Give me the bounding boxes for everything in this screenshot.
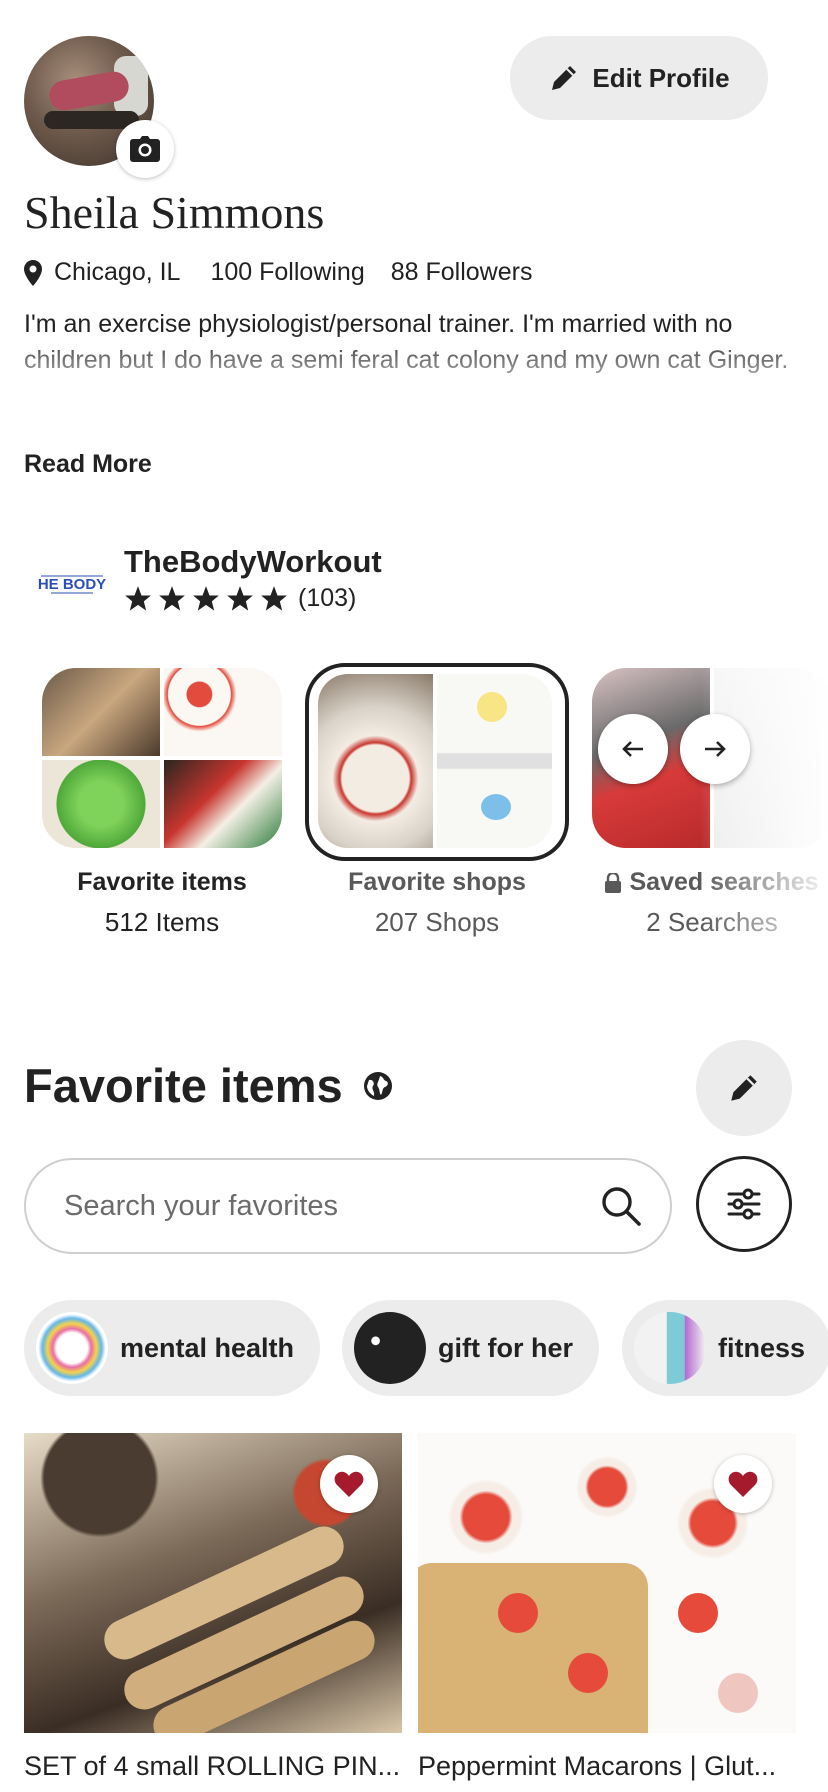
location-text: Chicago, IL [54,258,181,286]
read-more-link[interactable]: Read More [24,450,152,479]
favorite-heart-button[interactable] [320,1455,378,1513]
profile-meta: Chicago, IL 100 Following 88 Followers [24,258,532,287]
star-icon [261,585,287,611]
shop-logo[interactable]: HE BODY [24,550,120,614]
collections-carousel[interactable]: Favorite items 512 Items Favorite shops … [0,662,828,952]
review-count: (103) [298,584,357,612]
chip-gift-for-her[interactable]: gift for her [342,1300,599,1396]
pencil-icon [731,1075,757,1101]
collection-count: 512 Items [104,907,220,937]
chip-image [634,1312,706,1384]
arrow-left-icon [622,741,643,757]
edit-favorites-button[interactable] [696,1040,792,1136]
following-link[interactable]: 100 Following [210,258,364,287]
chip-label: mental health [120,1332,295,1363]
arrow-right-icon [705,741,726,757]
carousel-prev-button[interactable] [598,714,668,784]
chip-mental-health[interactable]: mental health [24,1300,321,1396]
edit-profile-label: Edit Profile [592,62,730,93]
chip-label: fitness [718,1332,806,1363]
location: Chicago, IL [24,258,180,287]
carousel-edge-fade [700,662,828,952]
change-photo-button[interactable] [116,120,174,178]
lock-icon [605,872,622,893]
favorites-search-box[interactable] [24,1158,672,1254]
rating-stars [124,585,288,613]
shop-name[interactable]: TheBodyWorkout [124,544,382,580]
selected-collection-ring [305,663,569,861]
profile-name: Sheila Simmons [24,187,325,238]
carousel-next-button[interactable] [680,714,750,784]
collection-label: Favorite shops [348,868,526,896]
star-icon [125,585,151,611]
favorite-items-heading: Favorite items [24,1058,393,1113]
heart-icon [728,1471,758,1497]
collection-label: Favorite items [77,868,247,896]
thumb-holiday-cookies [164,760,282,848]
shop-logo-image: HE BODY [38,575,106,594]
search-icon[interactable] [600,1185,642,1227]
thumb-rolling-pins [42,668,160,756]
favorite-items-title: Favorite items [24,1059,343,1112]
listing-title[interactable]: SET of 4 small ROLLING PIN... [24,1751,402,1782]
edit-profile-button[interactable]: Edit Profile [510,36,768,120]
location-pin-icon [24,259,42,286]
shop-rating: (103) [124,584,356,613]
chip-fitness[interactable]: fitness [622,1300,828,1396]
thumb-green-cookies [42,760,160,848]
bio-fade-overlay [0,330,828,410]
star-icon [159,585,185,611]
heart-icon [334,1471,364,1497]
collection-thumbnail [42,668,282,848]
collection-count: 207 Shops [374,907,500,937]
favorites-search-input[interactable] [64,1189,544,1223]
star-icon [227,585,253,611]
chip-label: gift for her [438,1332,573,1363]
sliders-icon [727,1188,761,1220]
filter-button[interactable] [696,1156,792,1252]
favorite-heart-button[interactable] [714,1455,772,1513]
camera-icon [130,136,160,162]
avatar-photo-part [44,111,139,129]
category-chips: mental health gift for her fitness [0,1300,828,1398]
pencil-icon [552,66,577,90]
globe-icon [363,1071,392,1100]
thumb-macarons [164,668,282,756]
chip-image [354,1312,426,1384]
followers-link[interactable]: 88 Followers [391,258,533,287]
chip-image [36,1312,108,1384]
shop-logo-text: HE BODY [38,576,106,593]
star-icon [193,585,219,611]
listing-title[interactable]: Peppermint Macarons | Glut... [418,1751,796,1782]
